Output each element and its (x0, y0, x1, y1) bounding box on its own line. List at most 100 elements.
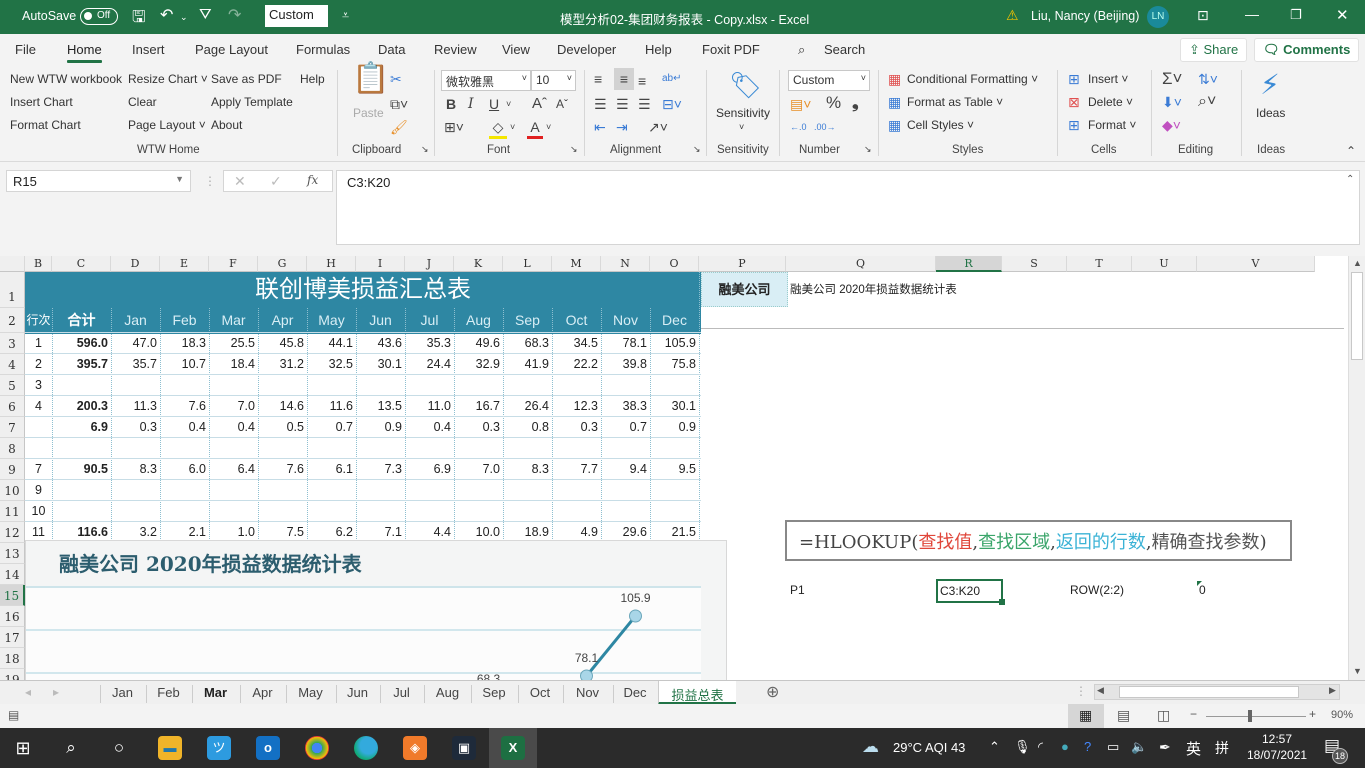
excel-taskbar-active[interactable]: X (489, 728, 537, 768)
insert-cells-icon[interactable]: ⊞ (1068, 70, 1080, 88)
month-value-cell[interactable]: 16.7 (454, 396, 503, 417)
sheet-tab[interactable]: Mar (192, 685, 238, 703)
clear-button[interactable]: Clear (128, 95, 157, 109)
month-value-cell[interactable]: 49.6 (454, 333, 503, 354)
volume-icon[interactable]: 🔈 (1131, 739, 1147, 755)
month-value-cell[interactable] (258, 438, 307, 459)
search-icon[interactable]: ⌕ (798, 42, 805, 58)
month-value-cell[interactable]: 75.8 (650, 354, 699, 375)
tab-data[interactable]: Data (378, 42, 405, 57)
month-value-cell[interactable] (307, 501, 356, 522)
month-value-cell[interactable]: 105.9 (650, 333, 699, 354)
month-value-cell[interactable]: 0.3 (111, 417, 160, 438)
avatar[interactable]: LN (1147, 6, 1169, 28)
ime-mode[interactable]: 拼 (1215, 738, 1229, 758)
fill-color-icon[interactable]: ◇ (489, 118, 507, 139)
column-header[interactable]: E (160, 256, 209, 272)
collapse-formula-bar-icon[interactable]: ⌃ (1346, 174, 1354, 185)
column-header[interactable]: H (307, 256, 356, 272)
number-format-combo[interactable]: Custom ˅ (788, 70, 870, 91)
month-value-cell[interactable] (405, 480, 454, 501)
month-value-cell[interactable] (552, 501, 601, 522)
increase-decimal-icon[interactable]: ←.0 (790, 118, 807, 136)
underline-icon[interactable]: U (489, 95, 499, 113)
customize-qat-icon[interactable]: ⩡ (342, 8, 349, 23)
month-value-cell[interactable]: 34.5 (552, 333, 601, 354)
cell-q1[interactable]: 融美公司 2020年损益数据统计表 (790, 281, 957, 297)
restore-icon[interactable]: ❐ (1290, 7, 1302, 23)
month-value-cell[interactable]: 7.6 (160, 396, 209, 417)
cell-r15-selected[interactable]: C3:K20 (936, 579, 1003, 603)
month-value-cell[interactable] (160, 501, 209, 522)
align-middle-icon[interactable]: ≡ (614, 68, 634, 90)
total-cell[interactable] (52, 501, 111, 522)
autosave-toggle[interactable]: Off (80, 8, 118, 25)
month-value-cell[interactable] (601, 501, 650, 522)
column-header[interactable]: S (1002, 256, 1067, 272)
align-top-icon[interactable]: ≡ (594, 70, 602, 88)
month-value-cell[interactable]: 43.6 (356, 333, 405, 354)
month-value-cell[interactable]: 6.1 (307, 459, 356, 480)
month-value-cell[interactable] (552, 375, 601, 396)
table-column-header[interactable]: Apr (258, 308, 307, 333)
sheet-tab[interactable]: Nov (563, 685, 611, 703)
month-value-cell[interactable] (356, 438, 405, 459)
month-value-cell[interactable]: 0.4 (209, 417, 258, 438)
column-header[interactable]: C (52, 256, 111, 272)
next-sheet-icon[interactable]: ▸ (53, 685, 59, 699)
outlook-icon[interactable]: o (256, 736, 280, 760)
row-index-cell[interactable]: 2 (25, 354, 52, 375)
insert-chart-button[interactable]: Insert Chart (10, 95, 73, 109)
month-value-cell[interactable]: 22.2 (552, 354, 601, 375)
sheet-tab[interactable]: Apr (240, 685, 284, 703)
table-column-header[interactable]: May (307, 308, 356, 333)
weather-text[interactable]: 29°C AQI 43 (893, 740, 965, 755)
delete-cells-icon[interactable]: ⊠ (1068, 93, 1080, 111)
month-value-cell[interactable]: 9.4 (601, 459, 650, 480)
column-header[interactable]: I (356, 256, 405, 272)
month-value-cell[interactable]: 8.3 (111, 459, 160, 480)
month-value-cell[interactable]: 47.0 (111, 333, 160, 354)
table-column-header[interactable]: Mar (209, 308, 258, 333)
month-value-cell[interactable]: 31.2 (258, 354, 307, 375)
format-cells-button[interactable]: Format ˅ (1088, 118, 1136, 132)
month-value-cell[interactable]: 24.4 (405, 354, 454, 375)
file-explorer-icon[interactable]: ▬ (158, 736, 182, 760)
conditional-formatting-button[interactable]: Conditional Formatting ˅ (907, 72, 1038, 86)
cortana-icon[interactable]: ○ (107, 736, 131, 760)
format-cells-icon[interactable]: ⊞ (1068, 116, 1080, 134)
month-value-cell[interactable]: 7.0 (209, 396, 258, 417)
ideas-button[interactable]: Ideas (1256, 106, 1285, 120)
month-value-cell[interactable] (160, 375, 209, 396)
total-cell[interactable] (52, 438, 111, 459)
month-value-cell[interactable]: 41.9 (503, 354, 552, 375)
weather-icon[interactable]: ☁ (862, 737, 879, 757)
month-value-cell[interactable]: 35.7 (111, 354, 160, 375)
scroll-right-icon[interactable]: ▶ (1329, 685, 1336, 696)
about-button[interactable]: About (211, 118, 242, 132)
ideas-icon[interactable]: ⚡ (1257, 68, 1283, 102)
column-header[interactable]: R (936, 256, 1002, 272)
cancel-icon[interactable]: ✕ (234, 173, 246, 190)
table-column-header[interactable]: 行次 (25, 308, 52, 333)
sensitivity-dropdown-icon[interactable]: ˅ (739, 122, 744, 132)
accounting-format-icon[interactable]: ▤˅ (790, 95, 811, 113)
month-value-cell[interactable]: 0.7 (307, 417, 356, 438)
align-right-icon[interactable]: ☰ (638, 95, 651, 113)
formula-bar-grip-icon[interactable]: ⋮ (204, 174, 216, 188)
month-value-cell[interactable]: 8.3 (503, 459, 552, 480)
month-value-cell[interactable] (552, 480, 601, 501)
bold-icon[interactable]: B (446, 95, 456, 113)
minimize-icon[interactable]: — (1245, 6, 1259, 22)
column-header[interactable]: B (25, 256, 52, 272)
tab-home[interactable]: Home (67, 42, 102, 63)
fill-icon[interactable]: ⬇˅ (1162, 93, 1182, 111)
column-header[interactable]: V (1197, 256, 1315, 272)
month-value-cell[interactable]: 30.1 (650, 396, 699, 417)
month-value-cell[interactable] (160, 438, 209, 459)
scroll-down-icon[interactable]: ▼ (1353, 666, 1362, 676)
table-column-header[interactable]: Aug (454, 308, 503, 333)
italic-icon[interactable]: I (468, 95, 474, 113)
column-header[interactable]: T (1067, 256, 1132, 272)
scroll-left-icon[interactable]: ◀ (1097, 685, 1104, 696)
